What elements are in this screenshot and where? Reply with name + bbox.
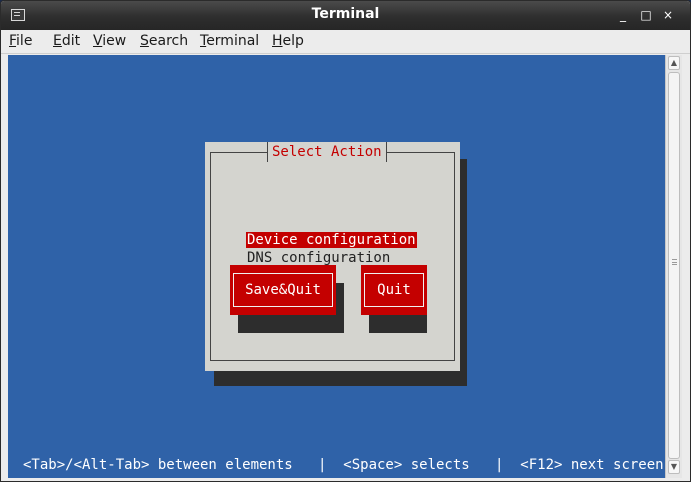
status-help-line: <Tab>/<Alt-Tab> between elements | <Spac… [23,457,664,473]
dialog-title: Select Action [267,142,387,162]
arrow-up-icon[interactable]: ▲ [668,56,680,70]
scrollbar-thumb[interactable] [668,72,680,459]
minimize-button[interactable]: _ [615,7,631,23]
close-button[interactable]: × [660,7,676,23]
maximize-button[interactable]: □ [638,7,654,23]
vertical-scrollbar[interactable]: ▲ ▼ [665,55,682,478]
menu-search[interactable]: Search [140,33,188,49]
title-bar[interactable]: Terminal _ □ × [1,1,690,30]
quit-button[interactable]: Quit [361,265,427,315]
save-quit-label: Save&Quit [233,273,333,307]
option-device-configuration[interactable]: Device configuration [246,232,417,248]
option-dns-configuration[interactable]: DNS configuration [246,250,391,266]
terminal-window: Terminal _ □ × File Edit View Search Ter… [0,0,691,482]
terminal-screen[interactable]: Select Action Device configuration DNS c… [8,55,665,478]
menu-bar: File Edit View Search Terminal Help [1,30,690,54]
menu-help[interactable]: Help [272,33,304,49]
menu-terminal[interactable]: Terminal [200,33,259,49]
arrow-down-icon[interactable]: ▼ [668,460,680,474]
window-title: Terminal [311,6,380,22]
menu-edit[interactable]: Edit [53,33,80,49]
quit-label: Quit [364,273,424,307]
select-action-dialog: Select Action Device configuration DNS c… [205,142,460,371]
grip-icon [672,259,677,265]
menu-view[interactable]: View [93,33,126,49]
save-quit-button[interactable]: Save&Quit [230,265,336,315]
menu-file[interactable]: File [9,33,32,49]
